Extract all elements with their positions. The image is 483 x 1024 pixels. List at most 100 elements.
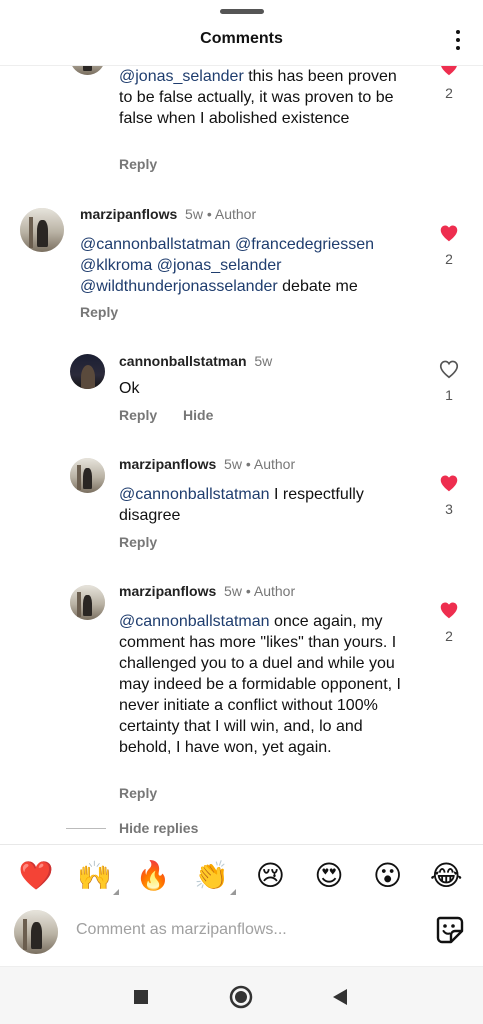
comment-text-run: debate me bbox=[277, 278, 358, 295]
separator-dot: • bbox=[206, 206, 212, 222]
comment-actions: Reply bbox=[119, 534, 179, 550]
fire-emoji-glyph: 🔥 bbox=[135, 859, 171, 892]
author-badge: Author bbox=[253, 583, 296, 599]
triangle-back-icon[interactable] bbox=[325, 982, 355, 1012]
comment-text: @cannonballstatman I respectfully disagr… bbox=[119, 484, 409, 526]
timestamp: 5w bbox=[224, 456, 242, 472]
mention-link[interactable]: @wildthunderjonasselander bbox=[80, 278, 278, 295]
mention-link[interactable]: @jonas_selander bbox=[157, 257, 282, 274]
like-control[interactable]: 3 bbox=[437, 472, 461, 517]
comment-item: cannonballstatman 5w Ok Reply Hide 1 bbox=[0, 352, 483, 432]
username[interactable]: marzipanflows bbox=[80, 206, 177, 222]
username[interactable]: marzipanflows bbox=[119, 456, 216, 472]
comment-composer bbox=[0, 906, 483, 966]
mention-link[interactable]: @francedegriessen bbox=[235, 236, 374, 253]
comment-text-run: Ok bbox=[119, 380, 140, 397]
avatar[interactable] bbox=[70, 66, 105, 75]
comment-actions: Reply Hide bbox=[119, 407, 235, 423]
heart-outline-icon[interactable] bbox=[438, 358, 460, 380]
heart-eyes-emoji-glyph: 😍 bbox=[314, 859, 344, 892]
mention-link[interactable]: @cannonballstatman bbox=[119, 486, 270, 503]
heart-filled-icon[interactable] bbox=[438, 599, 460, 621]
heart-eyes-emoji[interactable]: 😍 bbox=[311, 859, 347, 893]
system-navigation-bar bbox=[0, 966, 483, 1024]
red-heart-emoji-glyph: ❤️ bbox=[18, 859, 54, 892]
avatar[interactable] bbox=[20, 208, 64, 252]
comment-input[interactable] bbox=[76, 918, 416, 942]
avatar[interactable] bbox=[70, 458, 105, 493]
comments-sheet-header: Comments bbox=[0, 0, 483, 66]
page-title: Comments bbox=[200, 30, 283, 47]
red-heart-emoji[interactable]: ❤️ bbox=[18, 859, 54, 893]
comment-meta: cannonballstatman 5w bbox=[119, 353, 272, 369]
author-badge: Author bbox=[253, 456, 296, 472]
reply-button[interactable]: Reply bbox=[119, 785, 157, 801]
skin-tone-indicator bbox=[112, 889, 119, 895]
mention-link[interactable]: @klkroma bbox=[80, 257, 152, 274]
reply-button[interactable]: Reply bbox=[80, 304, 118, 320]
circle-icon[interactable] bbox=[226, 982, 256, 1012]
drag-handle[interactable] bbox=[220, 9, 264, 14]
comment-item: marzipanflows 5w • Author @cannonballsta… bbox=[0, 206, 483, 326]
like-control[interactable]: 2 bbox=[437, 222, 461, 267]
comment-text: @cannonballstatman @francedegriessen @kl… bbox=[80, 234, 410, 297]
heart-filled-icon[interactable] bbox=[438, 66, 460, 78]
reply-button[interactable]: Reply bbox=[119, 534, 157, 550]
avatar[interactable] bbox=[70, 585, 105, 620]
clapping-hands-emoji[interactable]: 👏 bbox=[194, 859, 236, 895]
like-count: 3 bbox=[445, 501, 453, 517]
raising-hands-emoji[interactable]: 🙌 bbox=[77, 859, 119, 895]
comment-actions: Reply bbox=[119, 156, 179, 172]
comment-meta: marzipanflows 5w • Author bbox=[119, 456, 295, 472]
heart-filled-icon[interactable] bbox=[438, 472, 460, 494]
comment-text-run: once again, my comment has more "likes" … bbox=[119, 613, 401, 756]
timestamp: 5w bbox=[254, 353, 273, 369]
separator-dot: • bbox=[245, 456, 251, 472]
tears-of-joy-emoji-glyph: 😂 bbox=[429, 859, 463, 892]
divider-line bbox=[66, 828, 106, 829]
mention-link[interactable]: @cannonballstatman bbox=[80, 236, 231, 253]
like-count: 1 bbox=[445, 387, 453, 403]
mention-link[interactable]: @jonas_selander bbox=[119, 68, 244, 85]
author-badge: Author bbox=[214, 206, 257, 222]
hide-button[interactable]: Hide bbox=[183, 407, 213, 423]
like-count: 2 bbox=[445, 628, 453, 644]
reply-button[interactable]: Reply bbox=[119, 156, 157, 172]
astonished-face-emoji[interactable]: 😮 bbox=[370, 859, 406, 893]
fire-emoji[interactable]: 🔥 bbox=[135, 859, 171, 893]
skin-tone-indicator bbox=[229, 889, 236, 895]
like-control[interactable]: 2 bbox=[437, 599, 461, 644]
separator-dot: • bbox=[245, 583, 251, 599]
raising-hands-emoji-glyph: 🙌 bbox=[77, 859, 113, 892]
comment-actions: Reply bbox=[80, 304, 140, 320]
mention-link[interactable]: @cannonballstatman bbox=[119, 613, 270, 630]
current-user-avatar bbox=[14, 910, 58, 954]
reply-button[interactable]: Reply bbox=[119, 407, 157, 423]
sticker-icon[interactable] bbox=[434, 914, 464, 944]
like-control[interactable]: 2 bbox=[437, 66, 461, 101]
square-icon[interactable] bbox=[126, 982, 156, 1012]
comment-actions: Reply bbox=[119, 785, 179, 801]
clapping-hands-emoji-glyph: 👏 bbox=[194, 859, 230, 892]
comment-item: @jonas_selander this has been proven to … bbox=[0, 66, 483, 186]
comment-text: @cannonballstatman once again, my commen… bbox=[119, 611, 415, 758]
comment-meta: marzipanflows 5w • Author bbox=[119, 583, 295, 599]
tears-of-joy-emoji[interactable]: 😂 bbox=[428, 859, 464, 893]
crying-face-emoji[interactable]: 😢 bbox=[252, 859, 288, 893]
heart-filled-icon[interactable] bbox=[438, 222, 460, 244]
comments-list[interactable]: @jonas_selander this has been proven to … bbox=[0, 66, 483, 844]
more-options-icon[interactable] bbox=[453, 30, 463, 50]
username[interactable]: cannonballstatman bbox=[119, 353, 247, 369]
like-control[interactable]: 1 bbox=[437, 358, 461, 403]
comment-text: @jonas_selander this has been proven to … bbox=[119, 66, 409, 129]
emoji-quick-bar: ❤️ 🙌 🔥 👏 😢 😍 😮 😂 bbox=[0, 844, 483, 906]
timestamp: 5w bbox=[185, 206, 203, 222]
crying-face-emoji-glyph: 😢 bbox=[255, 859, 285, 892]
username[interactable]: marzipanflows bbox=[119, 583, 216, 599]
astonished-face-emoji-glyph: 😮 bbox=[372, 859, 403, 892]
comment-meta: marzipanflows 5w • Author bbox=[80, 206, 256, 222]
avatar[interactable] bbox=[70, 354, 105, 389]
like-count: 2 bbox=[445, 251, 453, 267]
hide-replies-label[interactable]: Hide replies bbox=[119, 820, 198, 836]
like-count: 2 bbox=[445, 85, 453, 101]
